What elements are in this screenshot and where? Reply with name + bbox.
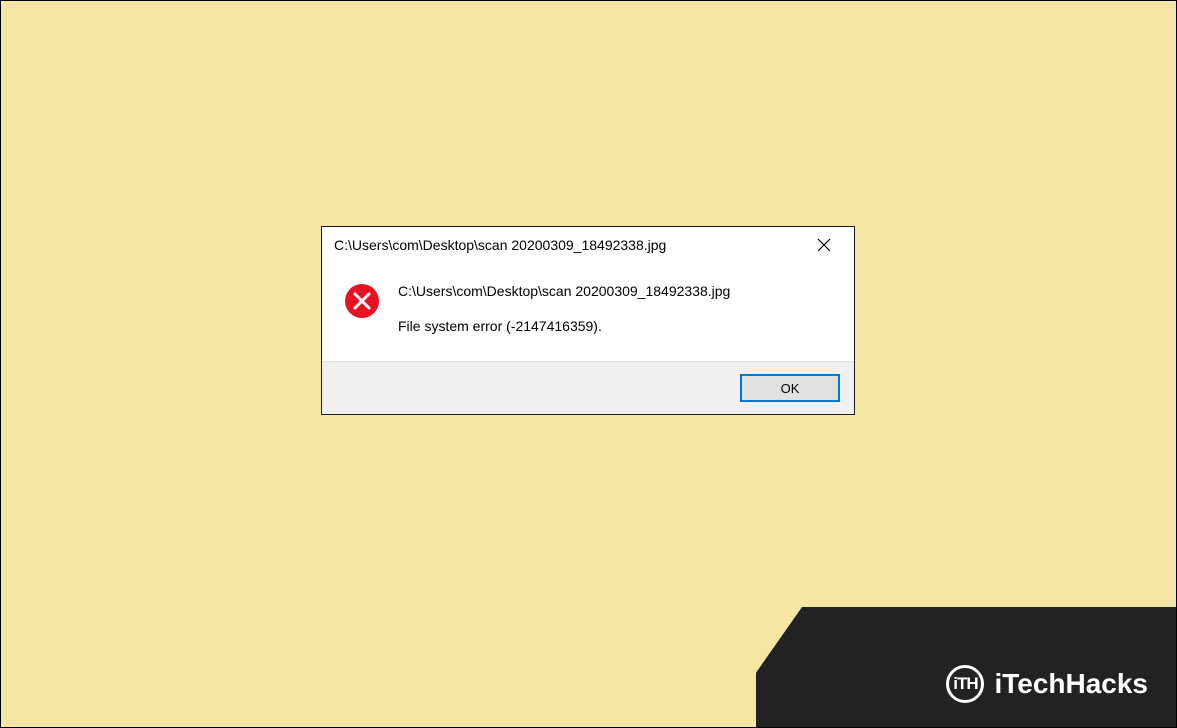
message-error: File system error (-2147416359). — [398, 316, 730, 337]
dialog-content: C:\Users\com\Desktop\scan 20200309_18492… — [322, 263, 854, 361]
watermark: iTH iTechHacks — [756, 607, 1176, 727]
watermark-content: iTH iTechHacks — [946, 665, 1148, 703]
ok-button[interactable]: OK — [740, 374, 840, 402]
dialog-title: C:\Users\com\Desktop\scan 20200309_18492… — [334, 237, 666, 253]
dialog-message: C:\Users\com\Desktop\scan 20200309_18492… — [398, 281, 730, 337]
watermark-logo-icon: iTH — [946, 665, 984, 703]
close-icon — [817, 238, 831, 252]
error-dialog: C:\Users\com\Desktop\scan 20200309_18492… — [321, 226, 855, 415]
error-icon — [344, 283, 380, 319]
watermark-brand: iTechHacks — [994, 668, 1148, 700]
dialog-titlebar: C:\Users\com\Desktop\scan 20200309_18492… — [322, 227, 854, 263]
message-path: C:\Users\com\Desktop\scan 20200309_18492… — [398, 281, 730, 302]
dialog-footer: OK — [322, 361, 854, 414]
close-button[interactable] — [804, 231, 844, 259]
